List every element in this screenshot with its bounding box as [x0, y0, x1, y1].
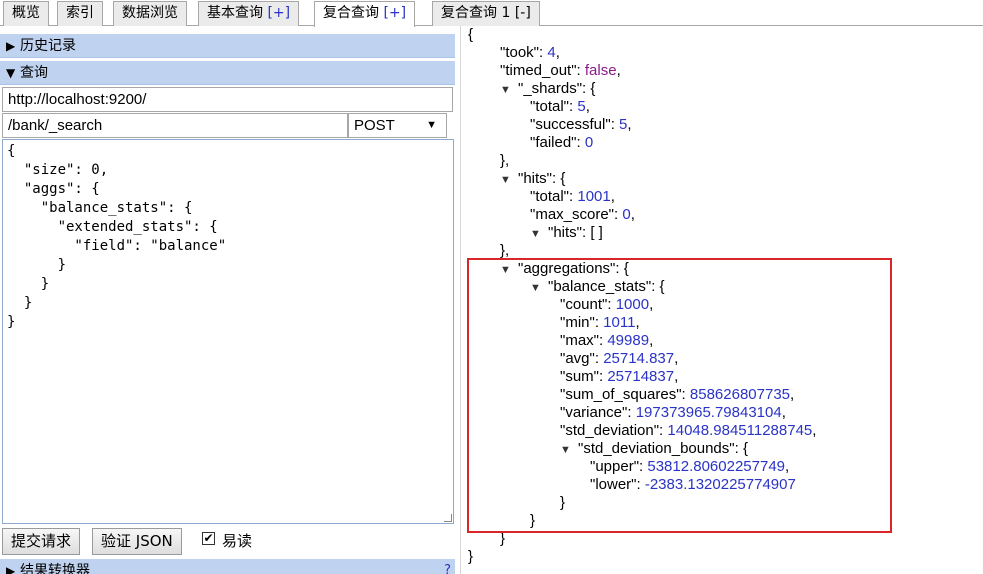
json-line: "timed_out": false, — [500, 62, 621, 79]
tab-compound-query-1[interactable]: 复合查询 1 [-] — [432, 1, 540, 26]
query-section[interactable]: ▼ 查询 — [0, 61, 455, 85]
collapse-icon[interactable]: ▼ — [500, 171, 518, 189]
tab-label: 索引 — [66, 5, 94, 21]
history-section[interactable]: ▶ 历史记录 — [0, 34, 455, 58]
query-body-editor[interactable]: { "size": 0, "aggs": { "balance_stats": … — [2, 139, 454, 524]
tab-compound-query[interactable]: 复合查询 [+] — [314, 1, 416, 27]
help-icon[interactable]: ? — [444, 559, 451, 574]
tab-close[interactable]: [-] — [515, 5, 531, 21]
tab-basic-query[interactable]: 基本查询 [+] — [198, 1, 300, 26]
tab-label: 数据浏览 — [122, 5, 178, 21]
chevron-down-icon: ▼ — [426, 119, 437, 131]
json-line: ▼ "_shards": { — [500, 80, 596, 99]
history-label: 历史记录 — [20, 38, 76, 54]
query-body-text[interactable]: { "size": 0, "aggs": { "balance_stats": … — [3, 140, 453, 332]
tab-overview[interactable]: 概览 — [3, 1, 49, 26]
validate-json-button[interactable]: 验证 JSON — [92, 528, 182, 555]
pane-divider[interactable] — [460, 26, 461, 574]
transformer-section[interactable]: ▶ 结果转换器 ? — [0, 559, 455, 574]
json-line: "total": 5, — [530, 98, 590, 115]
path-input[interactable]: /bank/_search — [2, 113, 348, 138]
query-label: 查询 — [20, 65, 48, 81]
json-line: ▼ "hits": [ ] — [530, 224, 603, 243]
transformer-label: 结果转换器 — [20, 563, 90, 574]
json-line: "failed": 0 — [530, 134, 594, 151]
tab-bar: 概览 索引 数据浏览 基本查询 [+] 复合查询 [+] 复合查询 1 [-] — [0, 0, 983, 27]
submit-request-button[interactable]: 提交请求 — [2, 528, 81, 555]
collapse-icon[interactable]: ▼ — [530, 225, 548, 243]
pretty-label: 易读 — [222, 532, 253, 550]
caret-right-icon: ▶ — [6, 564, 16, 574]
method-select[interactable]: POST ▼ — [348, 113, 447, 138]
json-line: { — [468, 26, 474, 43]
json-line: "successful": 5, — [530, 116, 632, 133]
method-value: POST — [354, 117, 395, 134]
json-line: "total": 1001, — [530, 188, 615, 205]
json-line: }, — [500, 152, 510, 169]
caret-down-icon: ▼ — [6, 66, 16, 80]
collapse-icon[interactable]: ▼ — [500, 81, 518, 99]
json-line: ▼ "hits": { — [500, 170, 566, 189]
json-line: "took": 4, — [500, 44, 560, 61]
resize-grip-icon[interactable] — [444, 514, 452, 522]
pretty-checkbox[interactable]: ✔ — [202, 532, 215, 545]
tab-browser[interactable]: 数据浏览 — [113, 1, 187, 26]
json-line: "max_score": 0, — [530, 206, 635, 223]
tab-label: 概览 — [12, 5, 40, 21]
tab-label: 复合查询 1 — [441, 5, 511, 21]
tab-label: 复合查询 — [323, 5, 379, 21]
tab-add[interactable]: [+] — [383, 5, 406, 21]
tab-add[interactable]: [+] — [267, 5, 290, 21]
url-input[interactable]: http://localhost:9200/ — [2, 87, 453, 112]
caret-right-icon: ▶ — [6, 39, 16, 53]
tab-label: 基本查询 — [207, 5, 263, 21]
highlight-box — [467, 258, 892, 533]
tab-indices[interactable]: 索引 — [57, 1, 103, 26]
json-line: } — [468, 548, 474, 565]
